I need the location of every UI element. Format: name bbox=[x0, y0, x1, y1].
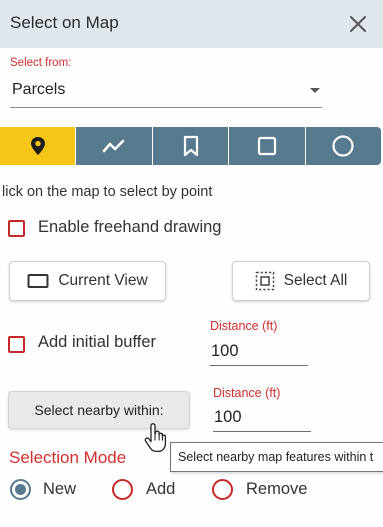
panel-header: Select on Map bbox=[0, 0, 383, 48]
nearby-distance-input[interactable]: 100 bbox=[213, 406, 311, 432]
mode-new-radio[interactable] bbox=[10, 479, 31, 500]
initial-buffer-label: Add initial buffer bbox=[38, 333, 157, 351]
nearby-distance-label: Distance (ft) bbox=[213, 386, 281, 400]
rectangle-tool-button[interactable] bbox=[229, 127, 306, 165]
point-tool-button[interactable] bbox=[0, 127, 77, 165]
select-all-label: Select All bbox=[283, 272, 348, 289]
initial-buffer-checkbox[interactable] bbox=[8, 336, 25, 353]
rectangle-icon bbox=[257, 136, 277, 156]
select-from-value: Parcels bbox=[12, 81, 66, 98]
circle-tool-button[interactable] bbox=[305, 127, 382, 165]
close-button[interactable] bbox=[346, 12, 370, 36]
dropdown-arrow-icon bbox=[310, 88, 320, 93]
mode-remove-radio[interactable] bbox=[212, 479, 233, 500]
polyline-tool-button[interactable] bbox=[76, 127, 153, 165]
mode-new-label: New bbox=[43, 480, 77, 498]
nearby-tooltip: Select nearby map features within t bbox=[170, 442, 383, 472]
bookmark-icon bbox=[183, 135, 198, 157]
polyline-icon bbox=[102, 139, 125, 153]
select-all-icon bbox=[255, 271, 274, 291]
select-on-map-panel: Select on Map Select from: Parcels lick … bbox=[0, 0, 383, 527]
circle-icon bbox=[332, 135, 354, 157]
select-from-label: Select from: bbox=[10, 57, 72, 69]
freehand-label: Enable freehand drawing bbox=[38, 218, 222, 236]
map-pin-icon bbox=[30, 137, 45, 155]
buffer-distance-label: Distance (ft) bbox=[210, 319, 278, 333]
screen-icon bbox=[27, 274, 49, 288]
buffer-distance-input[interactable]: 100 bbox=[210, 340, 308, 366]
current-view-label: Current View bbox=[58, 272, 148, 289]
select-nearby-label: Select nearby within: bbox=[34, 402, 164, 418]
mode-add-label: Add bbox=[146, 480, 176, 498]
current-view-button[interactable]: Current View bbox=[9, 261, 166, 301]
select-from-dropdown[interactable]: Parcels bbox=[10, 76, 322, 108]
bookmark-tool-button[interactable] bbox=[152, 127, 230, 165]
selection-tool-toolbar bbox=[0, 127, 382, 165]
selection-hint: lick on the map to select by point bbox=[2, 184, 213, 200]
panel-title: Select on Map bbox=[10, 13, 119, 32]
mode-remove-label: Remove bbox=[246, 480, 308, 498]
select-all-button[interactable]: Select All bbox=[232, 261, 370, 301]
selection-mode-label: Selection Mode bbox=[9, 448, 127, 467]
mode-add-radio[interactable] bbox=[112, 479, 133, 500]
hand-cursor-icon bbox=[144, 423, 167, 453]
freehand-checkbox[interactable] bbox=[8, 220, 25, 237]
close-icon bbox=[350, 16, 366, 32]
